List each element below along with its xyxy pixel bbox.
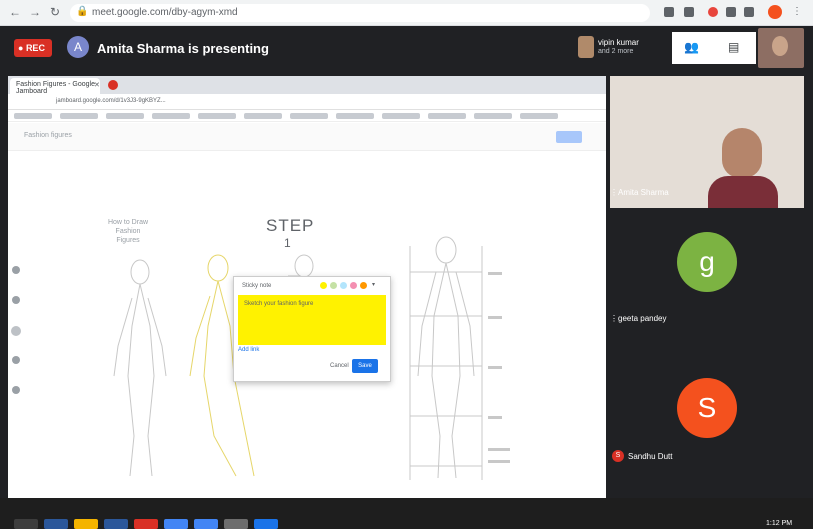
participant-name: geeta pandey: [618, 314, 667, 323]
chat-icon[interactable]: ▤: [728, 40, 744, 54]
step-number: 1: [284, 236, 291, 250]
start-icon[interactable]: [14, 519, 38, 529]
browser-toolbar: ← → ↻ 🔒 meet.google.com/dby-agym-xmd ⋮: [0, 0, 813, 26]
blue-swatch[interactable]: [340, 282, 347, 289]
lock-icon: 🔒: [76, 6, 89, 17]
pink-swatch[interactable]: [350, 282, 357, 289]
presenter-avatar: A: [67, 36, 89, 58]
participant-name: Amita Sharma: [618, 188, 669, 197]
menu-icon[interactable]: ⋮: [792, 7, 802, 17]
participant-face: [722, 128, 762, 178]
profile-avatar[interactable]: [768, 5, 782, 19]
taskbar-app-icon[interactable]: [254, 519, 278, 529]
participant-avatar: S: [677, 378, 737, 438]
note-textarea[interactable]: Sketch your fashion figure: [238, 295, 386, 345]
self-sub: and 2 more: [598, 48, 634, 55]
recording-badge: ● REC: [14, 39, 52, 57]
add-link[interactable]: Add link: [238, 347, 259, 353]
participant-body: [708, 176, 778, 208]
self-avatar: [578, 36, 594, 58]
star-icon[interactable]: [684, 7, 694, 17]
step-title: STEP: [266, 216, 315, 235]
more-icon[interactable]: ▾: [372, 282, 379, 289]
meet-window: ● REC A Amita Sharma is presenting vipin…: [0, 26, 813, 529]
extension-icon[interactable]: [708, 7, 718, 17]
self-video-thumbnail[interactable]: [758, 28, 804, 68]
shared-screen: Fashion Figures - Google Jamboard ✕ jamb…: [8, 76, 606, 498]
forward-icon[interactable]: →: [28, 5, 42, 19]
participant-tile[interactable]: g ⋮ geeta pandey: [610, 218, 804, 352]
participant-tile[interactable]: S S Sandhu Dutt: [610, 366, 804, 500]
reload-icon[interactable]: ↻: [48, 5, 62, 19]
taskbar-app-icon[interactable]: [194, 519, 218, 529]
cancel-button[interactable]: Cancel: [330, 363, 349, 369]
rec-label: REC: [25, 43, 45, 53]
taskbar-app-icon[interactable]: [44, 519, 68, 529]
yellow-swatch[interactable]: [320, 282, 327, 289]
more-options-icon[interactable]: ⋮: [610, 314, 618, 323]
participant-tile-presenter[interactable]: ⋮ Amita Sharma: [610, 76, 804, 208]
participant-avatar: g: [677, 232, 737, 292]
extension-icon[interactable]: [744, 7, 754, 17]
people-icon[interactable]: 👥: [684, 40, 700, 54]
self-info: vipin kumar and 2 more: [578, 32, 670, 64]
taskbar-app-icon[interactable]: [164, 519, 188, 529]
taskbar-app-icon[interactable]: [74, 519, 98, 529]
taskbar-app-icon[interactable]: [134, 519, 158, 529]
back-icon[interactable]: ←: [8, 5, 22, 19]
dialog-title: Sticky note: [242, 283, 272, 289]
url-text: meet.google.com/dby-agym-xmd: [92, 7, 238, 18]
orange-swatch[interactable]: [360, 282, 367, 289]
save-button[interactable]: Save: [352, 359, 378, 373]
extension-icon[interactable]: [726, 7, 736, 17]
taskbar-app-icon[interactable]: [104, 519, 128, 529]
taskbar-clock: 1:12 PM: [766, 520, 793, 527]
note-text: Sketch your fashion figure: [244, 301, 314, 307]
sticky-note-dialog: Sticky note ▾ Sketch your fashion figure…: [233, 276, 391, 382]
camera-icon[interactable]: [664, 7, 674, 17]
taskbar-app-icon[interactable]: [224, 519, 248, 529]
self-face: [772, 36, 788, 56]
participant-name: Sandhu Dutt: [628, 452, 673, 461]
meet-header: ● REC A Amita Sharma is presenting vipin…: [0, 26, 813, 74]
green-swatch[interactable]: [330, 282, 337, 289]
more-options-icon[interactable]: ⋮: [610, 188, 618, 197]
self-name: vipin kumar: [598, 38, 639, 47]
meeting-controls: 👥 ▤: [672, 32, 756, 64]
address-bar[interactable]: 🔒 meet.google.com/dby-agym-xmd: [70, 4, 650, 22]
muted-icon: S: [612, 450, 624, 462]
presenting-text: Amita Sharma is presenting: [97, 41, 269, 56]
side-note: How to Draw Fashion Figures: [107, 219, 149, 244]
